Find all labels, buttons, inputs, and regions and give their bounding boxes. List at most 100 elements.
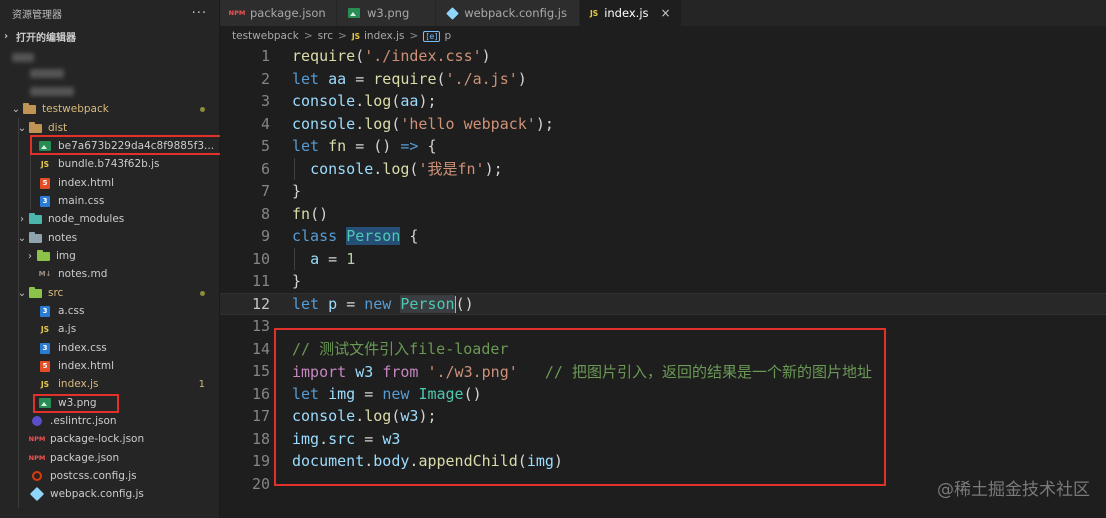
tree-file-postcss-config[interactable]: postcss.config.js: [0, 467, 219, 485]
js-icon: JS: [590, 8, 599, 18]
tree-label: index.html: [58, 360, 114, 372]
line-number: 13: [251, 317, 270, 336]
npm-file-icon: NPM: [28, 454, 46, 462]
css-file-icon: 3: [40, 305, 50, 317]
tree-label: dist: [48, 122, 68, 134]
line-number: 4: [260, 114, 270, 133]
code-editor[interactable]: 1 require('./index.css') 2 let aa = requir…: [220, 45, 1106, 518]
line-number: 9: [260, 227, 270, 246]
tab-label: index.js: [604, 6, 649, 20]
code-line: 15 import w3 from './w3.png' // 把图片引入，返回的…: [220, 360, 1106, 383]
line-number: 16: [251, 384, 270, 403]
open-editors-section[interactable]: › 打开的编辑器: [0, 26, 219, 46]
code-line: 18 img.src = w3: [220, 428, 1106, 451]
tree-label: a.js: [58, 323, 77, 335]
tree-label: a.css: [58, 305, 85, 317]
tree-file-webpack-config[interactable]: webpack.config.js: [0, 485, 219, 503]
tree-folder-src[interactable]: ⌄ src: [0, 284, 219, 302]
tab-webpack-config[interactable]: webpack.config.js: [436, 0, 580, 26]
tree-label: img: [56, 250, 76, 262]
image-file-icon: [38, 140, 52, 152]
tree-label: main.css: [58, 195, 105, 207]
tree-file-index-js[interactable]: JS index.js 1: [0, 375, 219, 393]
tree-label: package-lock.json: [50, 433, 145, 445]
tree-label: index.js: [58, 378, 99, 390]
chevron-right-icon: ›: [28, 250, 32, 262]
line-number: 11: [251, 272, 270, 291]
chevron-right-icon: ›: [4, 30, 9, 42]
more-actions-icon[interactable]: ···: [192, 6, 207, 21]
tree-label: notes.md: [58, 268, 108, 280]
tree-file-a-css[interactable]: 3 a.css: [0, 302, 219, 320]
breadcrumb-item[interactable]: src: [318, 30, 333, 42]
html-file-icon: 5: [40, 360, 50, 372]
tab-index-js[interactable]: JS index.js ×: [580, 0, 682, 26]
code-line: 11}: [220, 270, 1106, 293]
close-icon[interactable]: ×: [661, 6, 671, 20]
code-line: 17 console.log(w3);: [220, 405, 1106, 428]
tab-package-json[interactable]: NPM package.json: [220, 0, 337, 26]
js-icon: JS: [351, 31, 361, 41]
tree-file-main-css[interactable]: 3 main.css: [0, 192, 219, 210]
tree-file-eslintrc[interactable]: .eslintrc.json: [0, 412, 219, 430]
variable-symbol-icon: [e]: [423, 30, 441, 42]
tab-label: package.json: [250, 6, 326, 20]
tree-folder-testwebpack[interactable]: ⌄ testwebpack: [0, 100, 219, 118]
explorer-header: 资源管理器 ···: [0, 0, 219, 26]
tree-file-src-index-html[interactable]: 5 index.html: [0, 357, 219, 375]
folder-icon: [28, 121, 42, 134]
postcss-file-icon: [32, 471, 42, 481]
tree-file-package-json[interactable]: NPM package.json: [0, 449, 219, 467]
open-editors-label: 打开的编辑器: [16, 32, 76, 44]
tree-file-hashed-image[interactable]: be7a673b229da4c8f9885f3...: [0, 137, 219, 155]
webpack-icon: [445, 6, 459, 20]
tree-folder-dist[interactable]: ⌄ dist: [0, 119, 219, 137]
breadcrumb-separator: >: [409, 30, 419, 42]
tree-folder-node-modules[interactable]: › node_modules: [0, 210, 219, 228]
tree-file-w3-png[interactable]: w3.png: [0, 394, 219, 412]
tree-file-a-js[interactable]: JS a.js: [0, 320, 219, 338]
chevron-down-icon: ⌄: [17, 232, 27, 244]
code-line: 1 require('./index.css'): [220, 45, 1106, 68]
line-number: 14: [251, 339, 270, 358]
tree-file-dist-index-html[interactable]: 5 index.html: [0, 174, 219, 192]
code-line: 3 console.log(aa);: [220, 90, 1106, 113]
tree-file-index-css[interactable]: 3 index.css: [0, 339, 219, 357]
webpack-file-icon: [29, 486, 45, 502]
tab-label: webpack.config.js: [464, 6, 567, 20]
breadcrumb-item[interactable]: testwebpack: [232, 30, 299, 42]
breadcrumb-item[interactable]: p: [444, 30, 451, 42]
npm-icon: NPM: [228, 9, 246, 17]
tab-w3-png[interactable]: w3.png: [337, 0, 436, 26]
eslint-file-icon: [32, 416, 42, 426]
tree-folder-img[interactable]: › img: [0, 247, 219, 265]
chevron-right-icon: ›: [20, 213, 24, 225]
breadcrumb-separator: >: [338, 30, 347, 42]
line-number: 17: [251, 407, 270, 426]
code-line: 16 let img = new Image(): [220, 383, 1106, 406]
tree-label: index.html: [58, 177, 114, 189]
tree-file-notes-md[interactable]: M↓ notes.md: [0, 265, 219, 283]
tree-file-bundle-js[interactable]: JS bundle.b743f62b.js: [0, 155, 219, 173]
breadcrumb-item[interactable]: index.js: [364, 30, 404, 42]
tree-label: bundle.b743f62b.js: [58, 158, 160, 170]
tree-folder-notes[interactable]: ⌄ notes: [0, 229, 219, 247]
code-line-current: 12 let p = new Person(): [220, 292, 1106, 315]
code-line: 13: [220, 315, 1106, 338]
tree-label: node_modules: [48, 213, 125, 225]
code-line: 8 fn(): [220, 203, 1106, 226]
line-number: 12: [251, 294, 270, 313]
tree-label: src: [48, 287, 64, 299]
folder-icon: [22, 102, 36, 115]
tree-label: package.json: [50, 452, 120, 464]
tree-file-package-lock[interactable]: NPM package-lock.json: [0, 430, 219, 448]
modified-dot-icon: [200, 290, 205, 296]
watermark: @稀土掘金技术社区: [937, 480, 1090, 500]
code-line: 2 let aa = require('./a.js'): [220, 68, 1106, 91]
code-line: 14// 测试文件引入file-loader: [220, 338, 1106, 361]
image-icon: [347, 7, 361, 19]
code-line: 5 let fn = () => {: [220, 135, 1106, 158]
css-file-icon: 3: [40, 195, 50, 207]
code-line: 9 class Person {: [220, 225, 1106, 248]
line-number: 20: [251, 474, 270, 493]
